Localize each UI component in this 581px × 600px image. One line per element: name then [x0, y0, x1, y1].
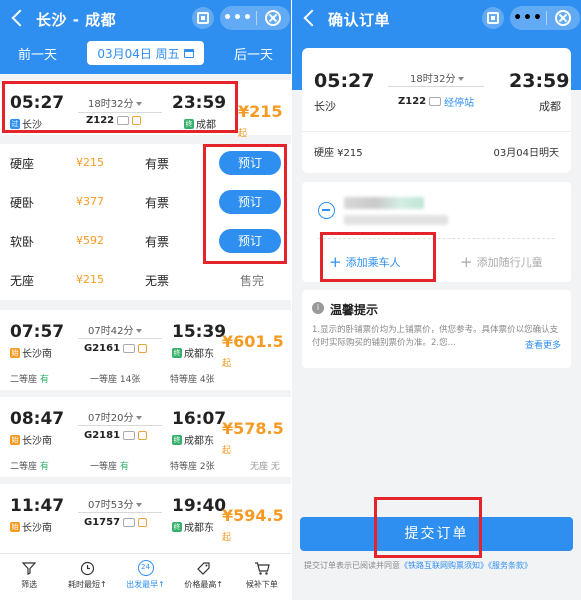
train-card[interactable]: 11:47 始长沙南 07时53分 G1757 19:40 终成都东 ¥594.…: [0, 484, 291, 553]
passenger-name-redacted: [344, 197, 424, 209]
confirm-order-screen: 确认订单 ••• 05:27 长沙 18时32分 Z122 经停站 23:59 成…: [292, 0, 581, 600]
info-icon: i: [312, 302, 324, 314]
arrive-date: 03月04日明天: [493, 148, 559, 159]
origin-station-icon: 始: [10, 347, 20, 358]
date-bar: 前一天 03月04日 周五 后一天: [0, 37, 291, 74]
mini-program-capsule: •••: [220, 6, 290, 30]
date-label: 03月04日 周五: [97, 46, 180, 61]
train-card[interactable]: 07:57 始长沙南 07时42分 G2161 15:39 终成都东 ¥601.…: [0, 310, 291, 390]
price-tag-icon: [195, 560, 213, 576]
nav-highest-price[interactable]: 价格最高↑: [175, 554, 233, 600]
plus-icon: +: [460, 253, 473, 271]
purchase-notice-link[interactable]: 《铁路互联网购票须知》: [400, 561, 488, 570]
duration: 18时32分: [410, 70, 464, 85]
right-header: 确认订单 •••: [292, 0, 581, 37]
back-icon[interactable]: [6, 6, 30, 30]
back-icon[interactable]: [298, 6, 322, 30]
more-icon[interactable]: •••: [220, 6, 256, 30]
nav-shortest-duration[interactable]: 耗时最短↑: [58, 554, 116, 600]
seat-price: 硬座 ¥215: [314, 148, 363, 159]
qr-scan-icon[interactable]: [482, 7, 504, 29]
arrive-time: 23:59: [509, 70, 570, 92]
highlight-box-book: [203, 144, 287, 264]
mini-program-capsule: •••: [510, 6, 580, 30]
left-header: 长沙 - 成都 •••: [0, 0, 291, 37]
sold-out-label: 售完: [240, 274, 265, 288]
stops-link[interactable]: 经停站: [444, 94, 474, 109]
see-more-link[interactable]: 查看更多: [525, 338, 561, 351]
add-child-button[interactable]: + 添加随行儿童: [460, 254, 543, 270]
24h-icon: 24: [137, 560, 154, 576]
price: ¥215起: [238, 102, 283, 139]
train-card[interactable]: 08:47 始长沙南 07时20分 G2181 16:07 终成都东 ¥578.…: [0, 397, 291, 477]
depart-time: 05:27: [314, 70, 375, 92]
close-icon[interactable]: [265, 10, 281, 26]
filter-icon: [20, 560, 38, 576]
train-number: Z122 经停站: [398, 94, 475, 109]
highlight-box-submit: [374, 497, 482, 558]
prev-day-button[interactable]: 前一天: [18, 44, 57, 63]
clock-icon: [78, 560, 96, 576]
date-picker[interactable]: 03月04日 周五: [87, 41, 204, 65]
calendar-icon: [183, 48, 194, 58]
nav-waitlist[interactable]: 候补下单: [233, 554, 291, 600]
seat-row: 无座 ¥215 无票 售完: [0, 261, 291, 300]
nav-earliest-departure[interactable]: 24 出发最早↑: [116, 554, 174, 600]
from-station: 长沙: [314, 100, 336, 113]
next-day-button[interactable]: 后一天: [234, 44, 273, 63]
to-station: 成都: [539, 100, 561, 113]
highlight-box-add-passenger: [320, 232, 436, 282]
close-icon[interactable]: [555, 10, 571, 26]
nav-filter[interactable]: 筛选: [0, 554, 58, 600]
page-title: 确认订单: [328, 11, 391, 29]
cart-icon: [253, 560, 271, 576]
agreement-text: 提交订单表示已阅读并同意《铁路互联网购票须知》《服务条款》: [304, 561, 532, 570]
bottom-nav: 筛选 耗时最短↑ 24 出发最早↑ 价格最高↑ 候补下单: [0, 553, 291, 600]
ticket-card: 05:27 长沙 18时32分 Z122 经停站 23:59 成都 硬座 ¥215…: [302, 48, 571, 173]
remove-passenger-icon[interactable]: [318, 202, 335, 219]
highlight-box-train: [2, 81, 238, 133]
qr-scan-icon[interactable]: [192, 7, 214, 29]
screenshot-root: 长沙 - 成都 ••• 前一天 03月04日 周五 后一天 05:27 过长沙 …: [0, 0, 581, 600]
passenger-id-redacted: [344, 215, 448, 225]
more-icon[interactable]: •••: [510, 6, 546, 30]
tips-card: i 温馨提示 1.显示的卧铺票价均为上铺票价，供您参考。具体票价以您确认支付时实…: [302, 290, 571, 368]
route-title: 长沙 - 成都: [36, 11, 117, 29]
train-list-screen: 长沙 - 成都 ••• 前一天 03月04日 周五 后一天 05:27 过长沙 …: [0, 0, 291, 600]
terms-link[interactable]: 《服务条款》: [488, 561, 532, 570]
